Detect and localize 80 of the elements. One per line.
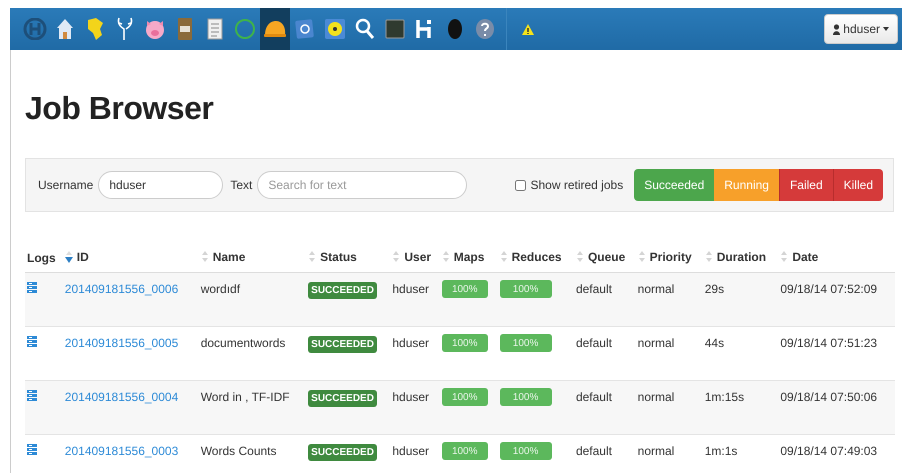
- document-icon: [207, 18, 223, 40]
- help-icon: [475, 18, 495, 40]
- date-cell: 09/18/14 07:50:06: [780, 390, 878, 404]
- log-icon[interactable]: [27, 390, 37, 401]
- column-label: User: [404, 250, 432, 264]
- field-label: Username: [38, 178, 94, 192]
- status-filter-button[interactable]: Failed: [778, 169, 833, 201]
- checkbox[interactable]: [515, 180, 526, 190]
- date-cell: 09/18/14 07:52:09: [780, 282, 878, 296]
- head-silhouette-icon: [447, 18, 463, 40]
- user-cell: hduser: [392, 282, 430, 296]
- app-tab[interactable]: [260, 8, 290, 50]
- pig-icon: [144, 18, 166, 40]
- hexagon-logo-icon: [23, 18, 47, 40]
- column-label: Reduces: [512, 250, 562, 264]
- monitor-icon: [385, 19, 405, 39]
- job-id-link[interactable]: 201409181556_0005: [64, 336, 178, 350]
- status-badge: SUCCEEDED: [308, 282, 377, 299]
- column-label: Date: [792, 250, 818, 264]
- column-label: Name: [212, 250, 246, 264]
- helmet-icon: [263, 20, 287, 38]
- maps-progress: 100%: [442, 442, 488, 460]
- job-name: Words Counts: [200, 444, 276, 458]
- column-label: Maps: [454, 250, 484, 264]
- log-icon[interactable]: [27, 336, 37, 347]
- column-label: Status: [320, 250, 357, 264]
- antlers-icon: [116, 17, 134, 41]
- user-menu-button[interactable]: hduser: [824, 14, 898, 44]
- maps-progress: 100%: [442, 388, 488, 406]
- queue-cell: default: [576, 336, 612, 350]
- reduces-progress: 100%: [500, 334, 552, 352]
- priority-cell: normal: [638, 444, 674, 458]
- priority-cell: normal: [638, 390, 674, 404]
- duration-cell: 29s: [704, 282, 724, 296]
- date-cell: 09/18/14 07:49:03: [780, 444, 878, 458]
- column-label: Duration: [716, 250, 766, 264]
- search-icon: [355, 18, 375, 40]
- column-label: Queue: [588, 250, 626, 264]
- status-badge: SUCCEEDED: [308, 336, 377, 353]
- column-label: Logs: [27, 251, 56, 265]
- maps-progress: 100%: [442, 334, 488, 352]
- house-icon: [56, 18, 74, 40]
- queue-cell: default: [576, 282, 612, 296]
- user-cell: hduser: [392, 390, 430, 404]
- duration-cell: 44s: [704, 336, 724, 350]
- user-cell: hduser: [392, 336, 430, 350]
- reduces-progress: 100%: [500, 388, 552, 406]
- user-icon: [833, 24, 840, 34]
- page-title: Job Browser: [25, 89, 214, 128]
- column-label: Priority: [650, 250, 692, 264]
- reduces-progress: 100%: [500, 442, 552, 460]
- reduces-progress: 100%: [500, 280, 552, 298]
- job-id-link[interactable]: 201409181556_0003: [64, 444, 178, 458]
- date-cell: 09/18/14 07:51:23: [780, 336, 878, 350]
- user-cell: hduser: [392, 444, 430, 458]
- field-label: Text: [230, 178, 252, 192]
- queue-cell: default: [576, 444, 612, 458]
- caret-icon: [883, 27, 889, 31]
- username-field[interactable]: hduser: [98, 171, 224, 199]
- column-label: ID: [76, 250, 89, 264]
- priority-cell: normal: [638, 336, 674, 350]
- job-name: documentwords: [200, 336, 286, 350]
- checkbox-label: Show retired jobs: [530, 178, 624, 192]
- job-name: Word in , TF-IDF: [200, 390, 290, 404]
- log-icon[interactable]: [27, 282, 37, 293]
- cabinet-icon: [177, 17, 193, 41]
- status-badge: SUCCEEDED: [308, 444, 377, 461]
- job-name: wordıdf: [200, 282, 240, 296]
- status-badge: SUCCEEDED: [308, 390, 377, 407]
- ring-icon: [234, 18, 256, 40]
- duration-cell: 1m:1s: [704, 444, 738, 458]
- blob-icon: [85, 17, 105, 41]
- duration-cell: 1m:15s: [704, 390, 744, 404]
- warning-icon: [521, 22, 535, 36]
- status-filter-button[interactable]: Killed: [832, 169, 883, 201]
- search-field[interactable]: Search for text: [257, 171, 468, 199]
- maps-progress: 100%: [442, 280, 488, 298]
- log-icon[interactable]: [27, 444, 37, 455]
- priority-cell: normal: [638, 282, 674, 296]
- queue-cell: default: [576, 390, 612, 404]
